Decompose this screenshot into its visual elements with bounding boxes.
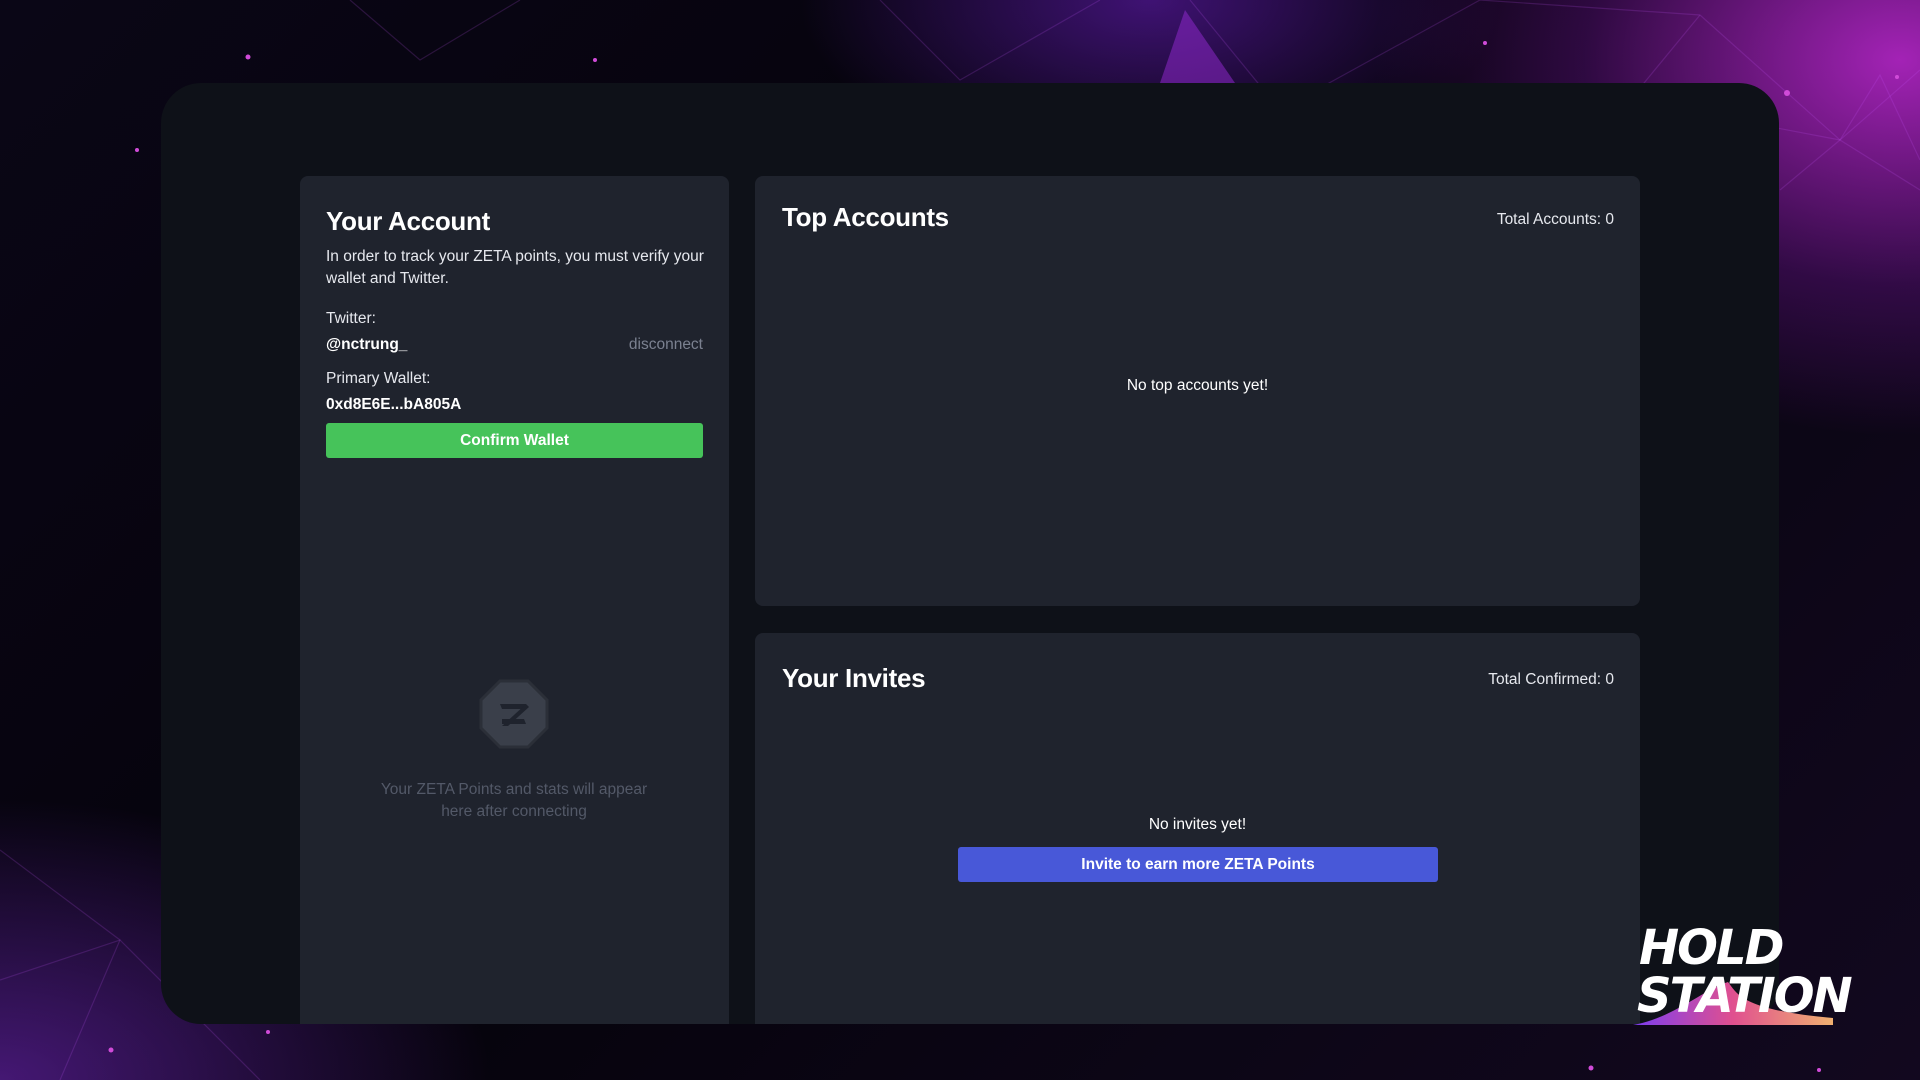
account-title: Your Account [326, 206, 490, 236]
wallet-label: Primary Wallet: [326, 370, 431, 387]
invites-title: Your Invites [782, 663, 926, 693]
invites-empty-message: No invites yet! [1148, 816, 1247, 833]
holdstation-logo: HOLD STATION [1625, 920, 1853, 1025]
zeta-logo-icon [479, 679, 549, 749]
logo-line-1: HOLD [1639, 920, 1784, 976]
points-placeholder-text: Your ZETA Points and stats will appear h… [380, 781, 648, 820]
top-accounts-title: Top Accounts [782, 202, 949, 232]
top-accounts-panel: Top Accounts Total Accounts: 0 No top ac… [755, 176, 1640, 606]
confirm-wallet-button[interactable]: Confirm Wallet [326, 423, 703, 458]
top-accounts-empty-message: No top accounts yet! [1126, 377, 1269, 394]
twitter-label: Twitter: [326, 310, 376, 327]
invite-button[interactable]: Invite to earn more ZETA Points [958, 847, 1438, 882]
invites-panel: Your Invites Total Confirmed: 0 No invit… [755, 633, 1640, 1024]
total-confirmed-count: Total Confirmed: 0 [1488, 671, 1614, 688]
wallet-address: 0xd8E6E...bA805A [326, 396, 462, 413]
account-description: In order to track your ZETA points, you … [326, 248, 704, 287]
twitter-handle: @nctrung_ [326, 336, 408, 353]
disconnect-link[interactable]: disconnect [629, 336, 703, 354]
total-accounts-count: Total Accounts: 0 [1496, 211, 1614, 228]
logo-line-2: STATION [1637, 968, 1853, 1024]
account-panel: Your Account In order to track your ZETA… [300, 176, 729, 1024]
app-frame: Your Account In order to track your ZETA… [161, 83, 1779, 1024]
